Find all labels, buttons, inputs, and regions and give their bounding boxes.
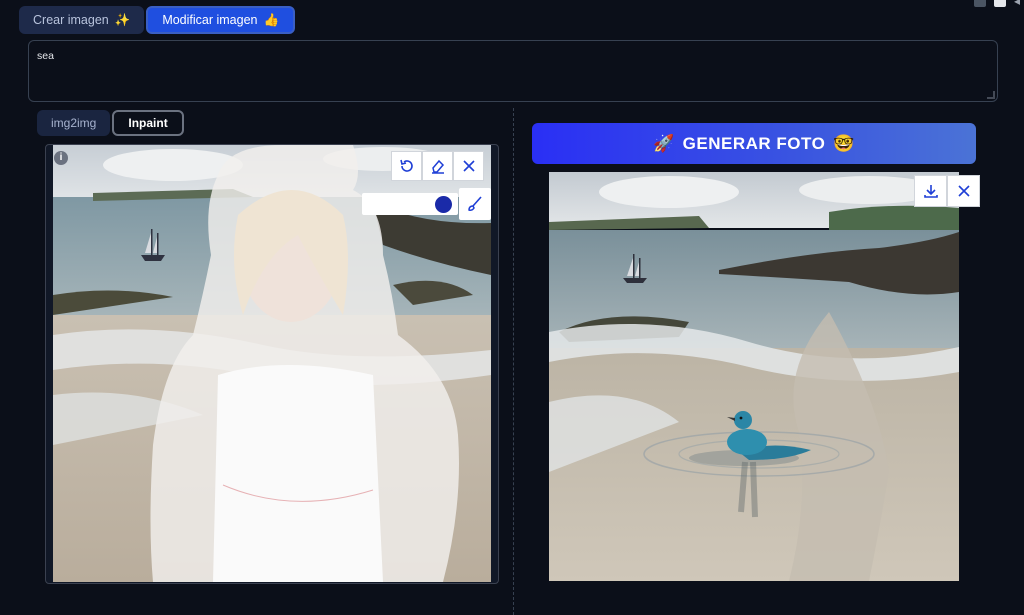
sparkles-icon: ✨ bbox=[114, 12, 131, 27]
rocket-icon: 🚀 bbox=[653, 133, 675, 153]
settings-icon[interactable] bbox=[973, 0, 986, 7]
tab-label: Modificar imagen bbox=[162, 13, 258, 27]
tab-modificar-imagen[interactable]: Modificar imagen 👍 bbox=[146, 6, 296, 34]
column-divider bbox=[513, 108, 514, 615]
prompt-textarea[interactable]: sea bbox=[28, 40, 998, 102]
generate-label: GENERAR FOTO bbox=[682, 133, 826, 153]
info-icon[interactable]: i bbox=[54, 151, 68, 165]
close-icon bbox=[957, 185, 970, 197]
download-button[interactable] bbox=[914, 175, 947, 207]
close-icon bbox=[462, 160, 475, 172]
collapse-icon[interactable]: ◂ bbox=[1014, 0, 1020, 8]
tab-crear-imagen[interactable]: Crear imagen ✨ bbox=[19, 6, 145, 34]
hand-icon: 👍 bbox=[263, 12, 280, 27]
generate-photo-button[interactable]: 🚀 GENERAR FOTO 🤓 bbox=[532, 123, 976, 164]
eraser-button[interactable] bbox=[422, 151, 453, 181]
tab-inpaint[interactable]: Inpaint bbox=[112, 110, 184, 136]
tab-label: Crear imagen bbox=[33, 13, 109, 27]
tab-img2img[interactable]: img2img bbox=[37, 110, 111, 136]
beach-bird-photo bbox=[549, 172, 959, 581]
clear-button[interactable] bbox=[453, 151, 484, 181]
undo-icon bbox=[399, 159, 413, 172]
eraser-icon bbox=[431, 159, 444, 174]
editor-tabs: img2img Inpaint bbox=[37, 110, 184, 136]
brush-color-swatch[interactable] bbox=[435, 195, 452, 213]
checkbox[interactable] bbox=[993, 0, 1006, 7]
output-image bbox=[549, 172, 959, 581]
close-output-button[interactable] bbox=[947, 175, 980, 207]
nerd-face-icon: 🤓 bbox=[833, 133, 855, 153]
top-right-controls: ◂ bbox=[973, 0, 1020, 8]
editor-toolbar bbox=[391, 151, 484, 181]
prompt-text: sea bbox=[37, 50, 54, 62]
brush-icon bbox=[468, 196, 482, 211]
brush-button[interactable] bbox=[459, 188, 491, 220]
download-icon bbox=[923, 185, 938, 198]
undo-button[interactable] bbox=[391, 151, 422, 181]
output-toolbar bbox=[914, 175, 980, 207]
resize-handle-icon[interactable] bbox=[987, 91, 995, 99]
mode-tabs: Crear imagen ✨ Modificar imagen 👍 bbox=[19, 6, 296, 34]
brush-size-slider[interactable] bbox=[362, 193, 458, 215]
